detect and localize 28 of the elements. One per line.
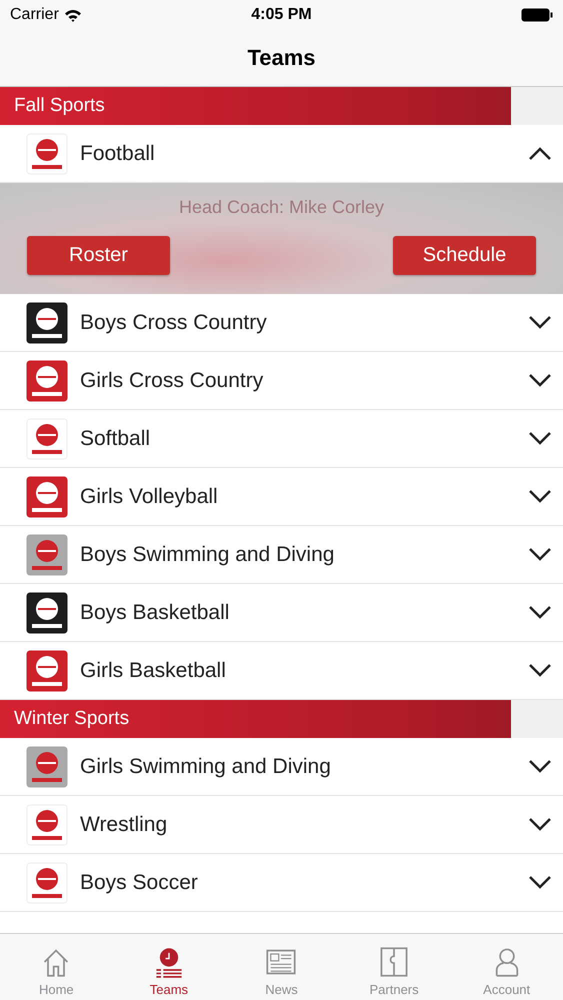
battery-icon — [521, 8, 553, 22]
team-logo-icon — [26, 804, 68, 846]
team-name: Girls Swimming and Diving — [80, 754, 332, 778]
team-name: Wrestling — [80, 812, 168, 836]
tab-item[interactable]: Teams — [112, 934, 226, 1000]
coach-label: Head Coach: Mike Corley — [178, 197, 384, 218]
team-name: Boys Basketball — [80, 600, 230, 624]
team-row[interactable]: Boys Soccer — [0, 854, 563, 912]
team-name: Girls Cross Country — [80, 368, 264, 392]
wifi-icon — [64, 8, 82, 22]
schedule-button[interactable]: Schedule — [393, 236, 536, 275]
team-logo-icon — [26, 862, 68, 904]
section-header: Fall Sports — [0, 87, 511, 125]
team-name: Softball — [80, 426, 152, 450]
carrier-label: Carrier — [10, 6, 59, 24]
clock-time: 4:05 PM — [251, 6, 312, 23]
team-name: Boys Soccer — [80, 870, 199, 894]
team-name: Girls Basketball — [80, 658, 227, 682]
section-header: Winter Sports — [0, 700, 511, 738]
team-name: Boys Swimming and Diving — [80, 542, 336, 566]
page-title: Teams — [247, 45, 316, 71]
puzzle-icon — [378, 946, 410, 978]
team-logo-icon — [26, 418, 68, 460]
roster-button[interactable]: Roster — [27, 236, 170, 275]
team-name: Girls Volleyball — [80, 484, 219, 508]
team-name: Football — [80, 142, 156, 166]
team-logo-icon — [26, 132, 68, 174]
team-name: Boys Cross Country — [80, 310, 268, 334]
